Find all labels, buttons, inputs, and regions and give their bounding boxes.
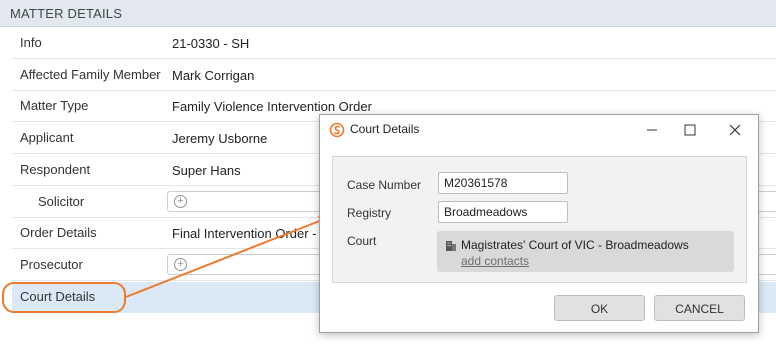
add-circle-icon[interactable]: +	[174, 258, 187, 271]
registry-label: Registry	[347, 206, 392, 220]
row-label: Prosecutor	[20, 257, 83, 272]
row-affected-family-member: Affected Family Member Mark Corrigan	[12, 60, 776, 91]
app-logo-icon	[329, 122, 345, 138]
row-value: Final Intervention Order -	[172, 226, 317, 241]
row-label: Info	[20, 35, 42, 50]
court-name: Magistrates' Court of VIC - Broadmeadows	[461, 238, 689, 252]
case-number-input[interactable]	[438, 172, 568, 194]
cancel-button[interactable]: CANCEL	[654, 295, 745, 321]
row-value: Super Hans	[172, 163, 241, 178]
row-info: Info 21-0330 - SH	[12, 28, 776, 59]
maximize-icon[interactable]	[676, 119, 704, 141]
dialog-titlebar[interactable]: Court Details	[320, 115, 758, 145]
add-contacts-link[interactable]: add contacts	[461, 254, 529, 268]
court-label: Court	[347, 234, 377, 248]
dialog-title: Court Details	[350, 122, 420, 136]
matter-details-title: MATTER DETAILS	[10, 6, 123, 21]
court-selection[interactable]: Magistrates' Court of VIC - Broadmeadows…	[437, 231, 734, 272]
registry-input[interactable]	[438, 201, 568, 223]
row-value: 21-0330 - SH	[172, 36, 250, 51]
court-details-highlight	[2, 282, 126, 313]
building-icon	[446, 241, 456, 251]
row-label: Solicitor	[38, 194, 85, 209]
row-label: Matter Type	[20, 98, 89, 113]
matter-details-header: MATTER DETAILS	[0, 0, 776, 27]
ok-button[interactable]: OK	[554, 295, 645, 321]
row-label: Applicant	[20, 130, 74, 145]
dialog-body: Case Number Registry Court Magistrates' …	[332, 156, 747, 283]
close-icon[interactable]	[721, 119, 749, 141]
case-number-label: Case Number	[347, 178, 422, 192]
row-label: Affected Family Member	[20, 67, 161, 82]
row-label: Respondent	[20, 162, 91, 177]
court-details-dialog: Court Details Case Number Registry Court	[319, 114, 759, 333]
add-circle-icon[interactable]: +	[174, 195, 187, 208]
minimize-icon[interactable]	[638, 119, 666, 141]
row-value: Jeremy Usborne	[172, 131, 268, 146]
row-label: Order Details	[20, 225, 97, 240]
row-value: Mark Corrigan	[172, 68, 255, 83]
